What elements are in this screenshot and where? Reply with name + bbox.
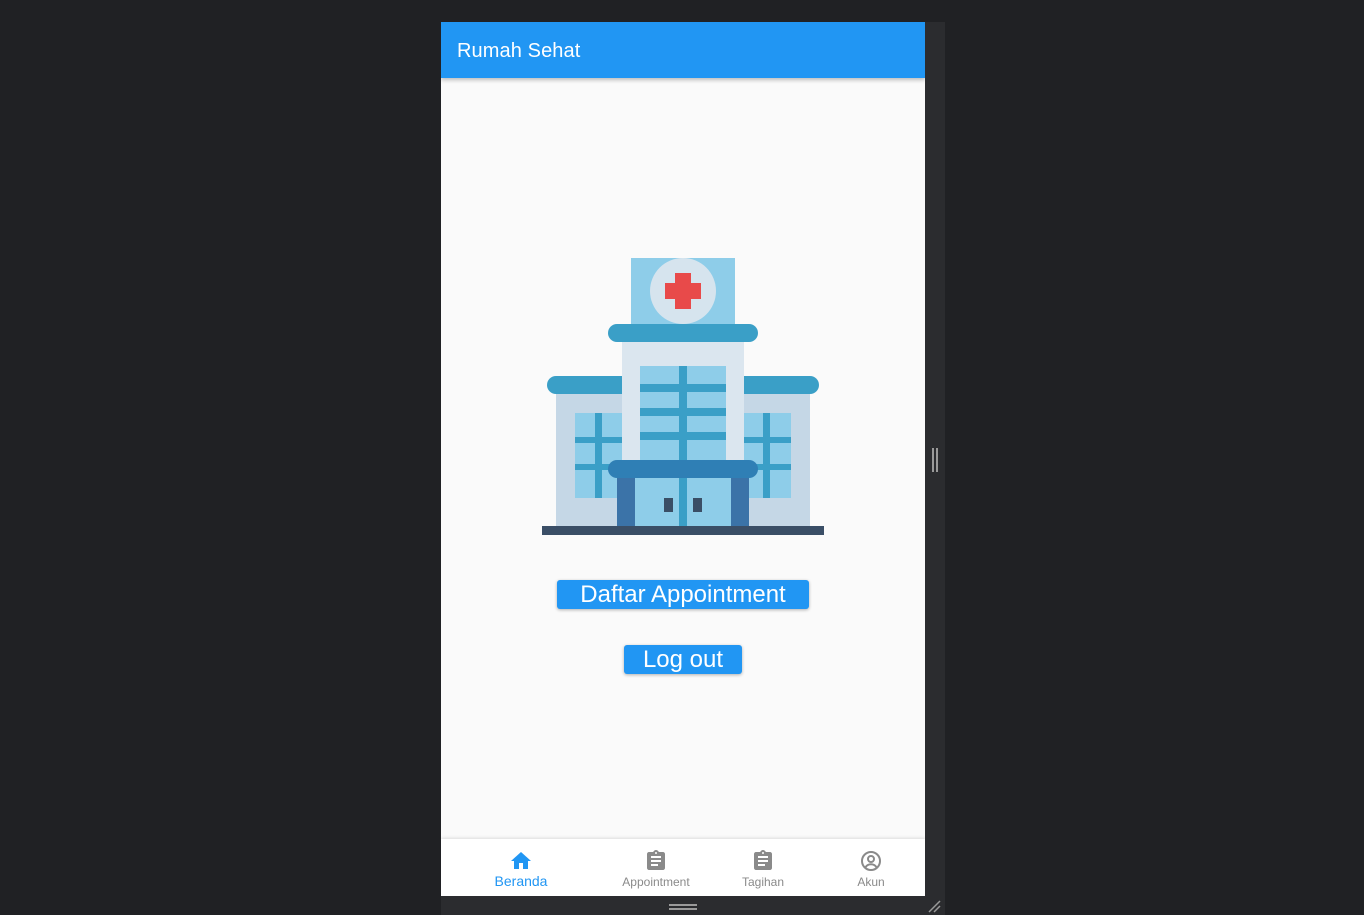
bottom-drag-handle-icon[interactable] <box>669 903 697 911</box>
nav-label-appointment: Appointment <box>622 875 690 889</box>
nav-item-appointment[interactable]: Appointment <box>611 839 701 896</box>
resize-grip-icon[interactable] <box>927 899 941 913</box>
bottom-navigation-bar: Beranda Appointment Tagihan Akun <box>441 839 925 896</box>
account-circle-icon <box>861 851 881 871</box>
clipboard-icon <box>647 850 665 870</box>
app-bar: Rumah Sehat <box>441 22 925 78</box>
logout-button[interactable]: Log out <box>624 645 742 674</box>
app-screen: Rumah Sehat Daftar Appointment Log out B… <box>441 22 925 896</box>
nav-item-tagihan[interactable]: Tagihan <box>723 839 803 896</box>
nav-item-beranda[interactable]: Beranda <box>481 839 561 896</box>
side-drag-handle-icon[interactable] <box>932 448 938 472</box>
nav-label-akun: Akun <box>857 875 885 889</box>
nav-label-tagihan: Tagihan <box>741 875 785 889</box>
hospital-building-illustration <box>542 258 824 535</box>
clipboard-icon <box>754 850 772 870</box>
app-title: Rumah Sehat <box>457 40 581 62</box>
nav-label-beranda: Beranda <box>494 873 548 889</box>
home-icon <box>511 852 531 869</box>
emulator-frame: Rumah Sehat Daftar Appointment Log out B… <box>441 22 945 915</box>
daftar-appointment-button[interactable]: Daftar Appointment <box>557 580 809 609</box>
nav-item-akun[interactable]: Akun <box>831 839 911 896</box>
